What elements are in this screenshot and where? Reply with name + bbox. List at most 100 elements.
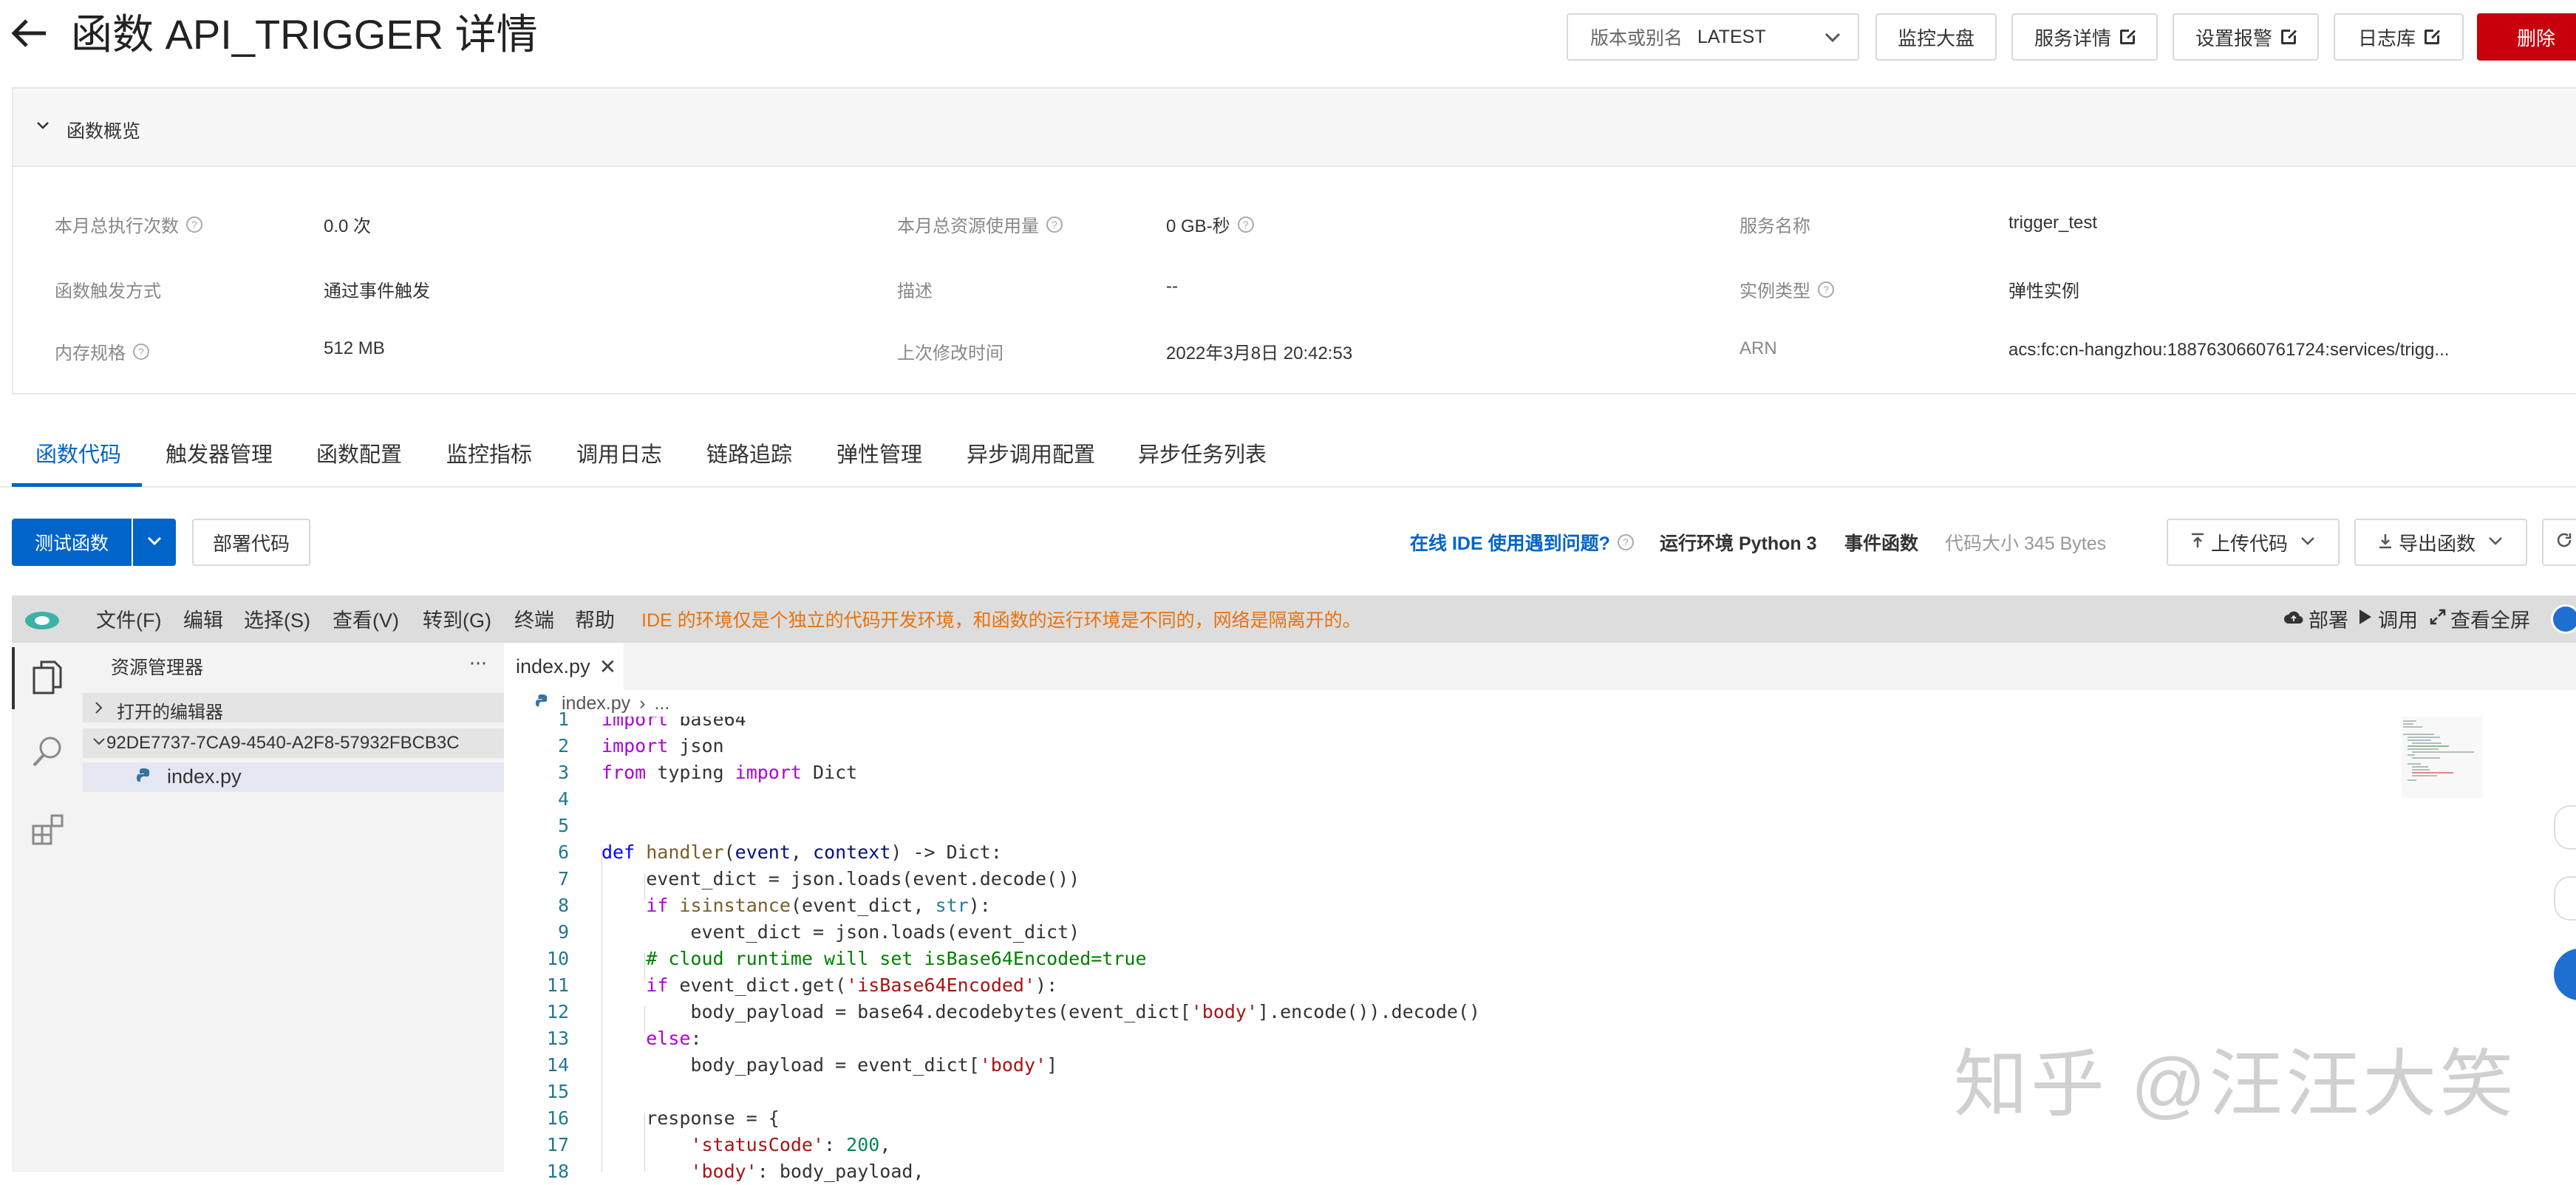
service-detail-button[interactable]: 服务详情 — [2011, 13, 2158, 61]
upload-code-button[interactable]: 上传代码 — [2167, 519, 2340, 566]
overview-title: 函数概览 — [67, 121, 141, 142]
overview-value: 512 MB — [324, 338, 385, 358]
line-number: 7 — [557, 868, 569, 889]
overview-value: acs:fc:cn-hangzhou:1887630660761724:serv… — [2008, 340, 2450, 360]
close-icon[interactable]: ✕ — [599, 655, 616, 679]
side-toolbar-icon[interactable] — [2554, 876, 2576, 921]
overview-label: 服务名称 — [1740, 216, 1810, 236]
code-line: 'body': body_payload, — [690, 1161, 924, 1182]
log-store-button[interactable]: 日志库 — [2334, 13, 2464, 61]
menu-terminal[interactable]: 终端 — [514, 604, 554, 633]
monitor-dashboard-button[interactable]: 监控大盘 — [1875, 13, 1997, 61]
service-detail-label: 服务详情 — [2034, 27, 2111, 49]
menu-view[interactable]: 查看(V) — [333, 604, 399, 633]
chevron-down-icon — [2300, 531, 2316, 554]
tab-function-code[interactable]: 函数代码 — [35, 437, 121, 468]
code-line: import json — [602, 735, 724, 757]
code-line: # cloud runtime will set isBase64Encoded… — [646, 948, 1147, 969]
runtime-text: 运行环境 Python 3 — [1660, 533, 1817, 554]
overview-label: 描述 — [897, 281, 933, 301]
extensions-icon[interactable] — [31, 811, 67, 850]
active-tab-underline — [12, 483, 142, 487]
line-number: 11 — [546, 974, 569, 996]
tab-trigger-management[interactable]: 触发器管理 — [166, 437, 273, 468]
menu-help[interactable]: 帮助 — [575, 604, 615, 633]
help-icon: ? — [1237, 216, 1254, 233]
ide-debug-label: 调用 — [2378, 609, 2418, 632]
code-line: response = { — [602, 1107, 780, 1129]
chevron-down-icon[interactable] — [35, 118, 50, 137]
overview-header[interactable] — [13, 89, 2576, 167]
export-function-button[interactable]: 导出函数 — [2354, 519, 2527, 566]
breadcrumb-file[interactable]: index.py — [562, 693, 630, 714]
ide-fullscreen-button[interactable]: 查看全屏 — [2430, 604, 2530, 633]
external-link-icon — [2120, 28, 2136, 44]
refresh-button[interactable] — [2542, 519, 2576, 566]
help-icon: ? — [1818, 281, 1834, 298]
line-number: 16 — [546, 1107, 569, 1129]
editor-tabs-bar — [504, 643, 2576, 690]
cloud-upload-icon — [2283, 607, 2304, 630]
ide-deploy-button[interactable]: 部署 — [2283, 604, 2348, 633]
overview-label: 实例类型? — [1740, 276, 1834, 302]
set-alarm-button[interactable]: 设置报警 — [2173, 13, 2319, 61]
delete-button[interactable]: 删除 — [2477, 13, 2576, 61]
menu-goto[interactable]: 转到(G) — [423, 604, 491, 633]
version-select[interactable]: 版本或别名 LATEST — [1567, 13, 1859, 61]
line-number: 1 — [557, 708, 569, 730]
line-number: 6 — [557, 841, 569, 863]
line-number: 12 — [546, 1001, 569, 1022]
page-title: 函数 API_TRIGGER 详情 — [71, 11, 538, 58]
overview-value: 0 GB-秒? — [1166, 211, 1254, 237]
ide-debug-button[interactable]: 调用 — [2359, 604, 2418, 633]
tab-async-tasks[interactable]: 异步任务列表 — [1138, 437, 1267, 468]
files-icon[interactable] — [31, 659, 64, 700]
version-label: 版本或别名 — [1590, 28, 1683, 49]
code-line: def handler(event, context) -> Dict: — [602, 841, 1002, 863]
menu-edit[interactable]: 编辑 — [183, 604, 223, 633]
tab-invoke-logs[interactable]: 调用日志 — [576, 437, 662, 468]
tab-async-config[interactable]: 异步调用配置 — [967, 437, 1095, 468]
search-icon[interactable] — [31, 734, 65, 772]
test-dropdown-button[interactable] — [133, 519, 176, 566]
editor-tab[interactable]: index.py ✕ — [504, 643, 624, 690]
chevron-down-icon — [146, 532, 163, 553]
overview-label: 上次修改时间 — [897, 344, 1004, 363]
chevron-down-icon — [2487, 531, 2504, 554]
upload-icon — [2190, 531, 2205, 554]
breadcrumb-rest[interactable]: ... — [654, 693, 669, 714]
explorer-title: 资源管理器 — [111, 658, 204, 678]
user-avatar-icon[interactable] — [2551, 604, 2576, 634]
chevron-down-icon — [92, 736, 106, 751]
tab-tracing[interactable]: 链路追踪 — [706, 437, 792, 468]
test-function-button[interactable]: 测试函数 — [12, 519, 132, 566]
chevron-down-icon — [1824, 28, 1841, 51]
ide-help-link[interactable]: 在线 IDE 使用遇到问题?? — [1410, 529, 1634, 556]
code-line: body_payload = base64.decodebytes(event_… — [602, 1001, 1481, 1022]
version-value: LATEST — [1697, 26, 1766, 47]
delete-label: 删除 — [2516, 27, 2555, 49]
ide-notice: IDE 的环境仅是个独立的代码开发环境，和函数的运行环境是不同的，网络是隔离开的… — [641, 610, 1361, 631]
menu-selection[interactable]: 选择(S) — [244, 604, 310, 633]
refresh-icon — [2555, 531, 2573, 554]
tab-metrics[interactable]: 监控指标 — [446, 437, 532, 468]
minimap[interactable] — [2402, 717, 2483, 798]
help-icon: ? — [1617, 534, 1634, 550]
open-editors-label: 打开的编辑器 — [117, 703, 223, 723]
code-line: 'statusCode': 200, — [690, 1134, 891, 1155]
back-arrow-icon[interactable] — [10, 18, 47, 49]
deploy-code-button[interactable]: 部署代码 — [192, 519, 310, 566]
tab-function-config[interactable]: 函数配置 — [316, 437, 402, 468]
more-actions-icon[interactable]: ··· — [468, 650, 488, 675]
line-number: 13 — [546, 1028, 569, 1049]
ide-logo-icon — [24, 610, 61, 635]
tab-scaling[interactable]: 弹性管理 — [836, 437, 922, 468]
side-toolbar-icon[interactable] — [2554, 805, 2576, 850]
alarm-label: 设置报警 — [2195, 27, 2272, 49]
play-icon — [2359, 607, 2372, 630]
overview-label: 本月总执行次数? — [55, 211, 202, 237]
line-number: 5 — [557, 815, 569, 836]
menu-file[interactable]: 文件(F) — [96, 604, 161, 633]
line-number: 8 — [557, 895, 569, 916]
overview-value: 通过事件触发 — [324, 281, 430, 301]
